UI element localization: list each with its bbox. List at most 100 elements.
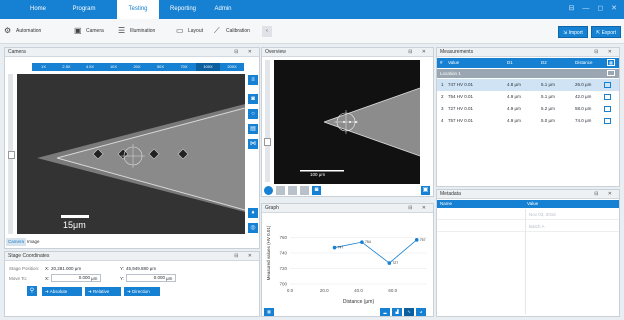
absolute-label: Absolute (49, 289, 68, 294)
export-button[interactable]: ⇱ Export (591, 26, 622, 38)
graph-settings-button[interactable]: ▦ (264, 308, 274, 316)
graph-title: Graph (265, 205, 279, 211)
panel-controls[interactable]: ⊟ ✕ (408, 48, 430, 57)
expand-handle-button[interactable] (8, 151, 15, 159)
expand-handle-button[interactable] (264, 138, 271, 146)
graph-type-button-4[interactable]: ◕ (416, 308, 426, 316)
grid-tool-button[interactable]: ≡ (248, 75, 258, 85)
camera-title: Camera (8, 49, 26, 55)
zoom-20x[interactable]: 20X (125, 63, 149, 71)
col-distance: Distance (575, 60, 593, 65)
zoom-2-5x[interactable]: 2.5X (55, 63, 78, 71)
series-line (334, 239, 417, 264)
panel-controls[interactable]: ⊟ ✕ (234, 48, 256, 57)
light-button[interactable]: ♦ (248, 208, 258, 218)
zoom-70x[interactable]: 70X (172, 63, 196, 71)
window-controls[interactable]: ⊟ — ◻ ✕ (569, 4, 620, 12)
tab-program[interactable]: Program (64, 0, 104, 19)
measurement-row[interactable]: 1 747 HV 0.01 4.8 μm 5.1 μm 26.0 μm (437, 79, 619, 91)
circle-tool-button[interactable]: ○ (248, 109, 258, 119)
tab-admin[interactable]: Admin (208, 0, 238, 19)
measure-button[interactable]: ⋈ (248, 139, 258, 149)
zoom-10x[interactable]: 10X (102, 63, 125, 71)
tab-camera[interactable]: Camera (6, 238, 27, 246)
illumination-label: Illumination (130, 28, 156, 34)
overview-image[interactable]: 100 μm (274, 60, 420, 184)
export-label: Export (601, 30, 617, 36)
camera-snap-button[interactable]: ◙ (248, 94, 258, 104)
calibration-button[interactable]: ⟋ Calibration (214, 26, 250, 37)
stage-panel-header: Stage Coordinates ⊟ ✕ (5, 252, 259, 261)
graph-type-button-1[interactable]: ▂ (380, 308, 390, 316)
row-index: 1 (441, 82, 444, 87)
bulb-icon: ♦ (251, 210, 255, 216)
import-button[interactable]: ⇲ Import (558, 26, 588, 38)
measurement-row[interactable]: 4 757 HV 0.01 4.9 μm 5.0 μm 74.0 μm (437, 115, 619, 127)
location-group-row[interactable]: Location 1 (437, 69, 619, 78)
tab-testing[interactable]: Testing (117, 0, 159, 19)
zoom-1x[interactable]: 1X (32, 63, 55, 71)
panel-controls[interactable]: ⊟ ✕ (234, 252, 256, 261)
overview-camera-button[interactable]: ◙ (312, 186, 321, 195)
toolbar: ⚙ Automation ▣ Camera ☰ Illumination ▭ Layou… (0, 19, 624, 44)
row-grid-icon[interactable] (604, 118, 611, 124)
measurement-row[interactable]: 2 754 HV 0.01 4.9 μm 5.1 μm 42.0 μm (437, 91, 619, 103)
direction-button[interactable]: ➜ Direction (124, 287, 160, 296)
metadata-row[interactable]: Batch A (437, 221, 619, 232)
metadata-panel: Metadata ⊟ ✕ Name Value Nov 03, 2016 Batc… (436, 189, 620, 317)
panel-controls[interactable]: ⊟ ✕ (594, 190, 616, 199)
absolute-button[interactable]: ➜ Absolute (42, 287, 82, 296)
graph-type-button-3[interactable]: ∿ (404, 308, 414, 316)
stage-settings-button[interactable]: ⚲ (27, 286, 37, 296)
overview-export-button[interactable]: ▣ (421, 186, 430, 195)
col-d2: D2 (541, 60, 547, 65)
chart-icon: ▟ (395, 309, 399, 314)
illumination-button[interactable]: ☰ Illumination (118, 26, 155, 37)
row-distance: 58.0 μm (575, 106, 592, 111)
measure-icon: ⋈ (250, 141, 256, 147)
location-icon: ⚲ (29, 288, 35, 294)
overview-tool-3[interactable] (288, 186, 297, 195)
direction-label: Direction (132, 289, 150, 294)
tab-reporting[interactable]: Reporting (161, 0, 205, 19)
camera-icon: ◙ (251, 96, 255, 102)
panel-controls[interactable]: ⊟ ✕ (594, 48, 616, 57)
metadata-value: Nov 03, 2016 (529, 212, 556, 217)
column-settings-button[interactable]: ▦ (607, 59, 615, 66)
scale-bar-label: 15μm (63, 220, 86, 230)
data-point (360, 240, 364, 244)
row-d2: 5.2 μm (541, 106, 555, 111)
measurement-row[interactable]: 3 727 HV 0.01 4.9 μm 5.2 μm 58.0 μm (437, 103, 619, 115)
row-d1: 4.9 μm (507, 94, 521, 99)
camera-button[interactable]: ▣ Camera (74, 26, 104, 37)
tab-image[interactable]: Image (25, 238, 42, 246)
row-grid-icon[interactable] (604, 106, 611, 112)
collapse-toolbar-button[interactable]: ‹ (262, 26, 272, 37)
tab-home[interactable]: Home (22, 0, 54, 19)
overview-tool-2[interactable] (276, 186, 285, 195)
target-button[interactable]: ◎ (248, 223, 258, 233)
panel-controls[interactable]: ⊟ ✕ (408, 204, 430, 213)
measurements-title: Measurements (440, 49, 474, 55)
left-handle[interactable] (265, 60, 270, 182)
column-divider (525, 209, 526, 314)
annotate-button[interactable]: ▤ (248, 124, 258, 134)
overview-tool-4[interactable] (300, 186, 309, 195)
metadata-row[interactable]: Nov 03, 2016 (437, 209, 619, 220)
automation-button[interactable]: ⚙ Automation (4, 26, 41, 37)
relative-button[interactable]: ➜ Relative (85, 287, 121, 296)
camera-image[interactable]: 15μm (17, 74, 245, 234)
overview-tool-1[interactable] (264, 186, 273, 195)
zoom-200x[interactable]: 200X (220, 63, 244, 71)
row-grid-icon[interactable] (604, 82, 611, 88)
graph-type-button-2[interactable]: ▟ (392, 308, 402, 316)
overview-panel-header: Overview ⊟ ✕ (262, 48, 433, 57)
group-label: Location 1 (440, 71, 461, 76)
row-grid-icon[interactable] (604, 94, 611, 100)
x-tick-label: 0.0 (287, 288, 294, 293)
zoom-50x[interactable]: 50X (149, 63, 172, 71)
y-tick-label: 740 (279, 251, 287, 256)
zoom-100x[interactable]: 100X (196, 63, 220, 71)
zoom-4-5x[interactable]: 4.5X (78, 63, 102, 71)
layout-button[interactable]: ▭ Layout (176, 26, 203, 37)
